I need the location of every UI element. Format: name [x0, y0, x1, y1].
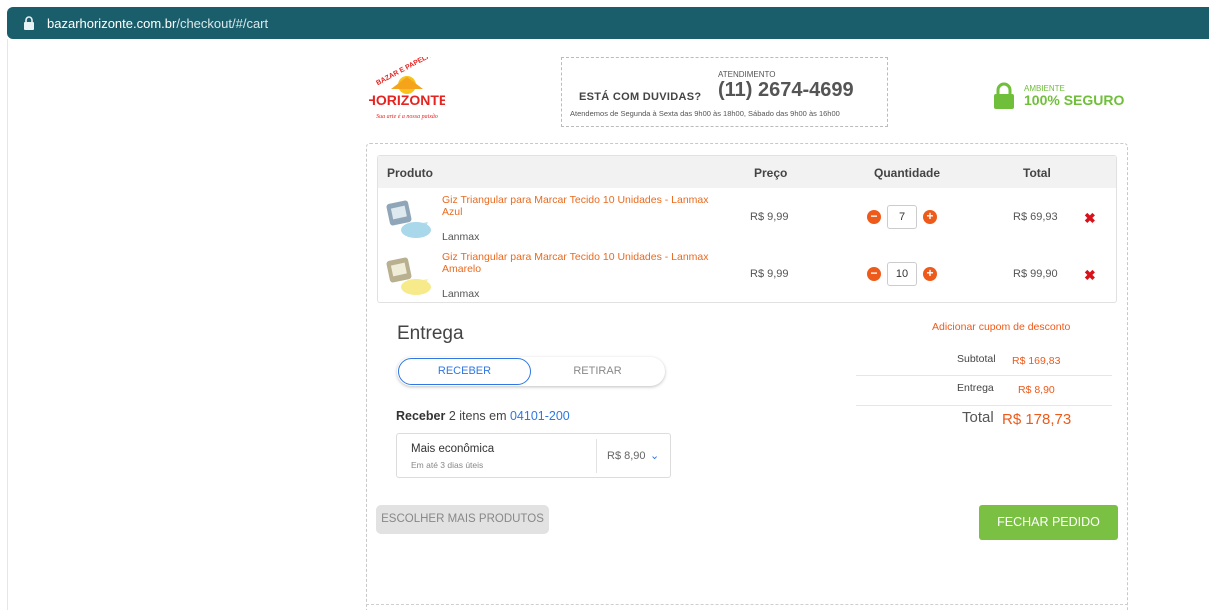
checkout-button[interactable]: FECHAR PEDIDO [979, 505, 1118, 540]
help-box: ESTÁ COM DUVIDAS? ATENDIMENTO (11) 2674-… [561, 57, 888, 127]
product-thumbnail[interactable] [384, 196, 434, 240]
cart-row: Giz Triangular para Marcar Tecido 10 Uni… [378, 247, 1116, 303]
add-coupon-link[interactable]: Adicionar cupom de desconto [932, 321, 1070, 333]
svg-text:Sua arte é a nossa paixão: Sua arte é a nossa paixão [376, 114, 438, 120]
toggle-retirar[interactable]: RETIRAR [531, 358, 664, 385]
quantity-input[interactable]: 10 [887, 262, 917, 286]
column-product: Produto [387, 166, 433, 180]
divider [596, 439, 597, 473]
product-brand: Lanmax [442, 288, 480, 300]
product-total: R$ 69,93 [1013, 211, 1058, 223]
remove-item-icon[interactable]: ✖ [1084, 210, 1096, 227]
subtotal-label: Subtotal [957, 353, 996, 365]
total-label: Total [962, 409, 994, 426]
help-label: ATENDIMENTO [718, 70, 776, 79]
product-brand: Lanmax [442, 231, 480, 243]
shipping-method-price: R$ 8,90 [607, 450, 646, 462]
secure-line2: 100% SEGURO [1024, 92, 1125, 108]
chevron-down-icon[interactable]: ⌄ [650, 449, 659, 462]
column-quantity: Quantidade [874, 166, 941, 180]
cart-table: Produto Preço Quantidade Total Giz Trian… [377, 155, 1117, 303]
quantity-input[interactable]: 7 [887, 205, 917, 229]
delivery-summary: Receber 2 itens em 04101-200 [396, 409, 570, 423]
divider [856, 375, 1112, 376]
shipping-value: R$ 8,90 [1018, 384, 1055, 396]
browser-toolbar: bazarhorizonte.com.br/checkout/#/cart [0, 0, 1209, 47]
product-name[interactable]: Giz Triangular para Marcar Tecido 10 Uni… [442, 194, 717, 218]
shipping-method-select[interactable]: Mais econômica Em até 3 dias úteis R$ 8,… [396, 433, 671, 478]
url-text[interactable]: bazarhorizonte.com.br/checkout/#/cart [47, 16, 268, 31]
toggle-receber[interactable]: RECEBER [398, 358, 531, 385]
store-logo[interactable]: BAZAR E PAPELARIA HORIZONTE Sua arte é a… [369, 57, 445, 123]
subtotal-value: R$ 169,83 [1012, 355, 1061, 367]
column-total: Total [1023, 166, 1051, 180]
svg-text:HORIZONTE: HORIZONTE [369, 92, 445, 108]
padlock-icon [994, 82, 1014, 109]
cart-header: Produto Preço Quantidade Total [378, 156, 1116, 188]
product-thumbnail[interactable] [384, 253, 434, 297]
shipping-label: Entrega [957, 382, 994, 394]
frame-border [7, 39, 8, 610]
divider [856, 405, 1112, 406]
cep-link[interactable]: 04101-200 [510, 409, 570, 423]
address-bar[interactable]: bazarhorizonte.com.br/checkout/#/cart [7, 7, 1209, 39]
increase-quantity-button[interactable]: + [923, 267, 937, 281]
remove-item-icon[interactable]: ✖ [1084, 267, 1096, 284]
secure-badge: AMBIENTE 100% SEGURO [992, 82, 1124, 110]
shipping-method-days: Em até 3 dias úteis [411, 460, 484, 470]
shipping-method-name: Mais econômica [411, 443, 495, 455]
decrease-quantity-button[interactable]: − [867, 210, 881, 224]
help-hours: Atendemos de Segunda à Sexta das 9h00 às… [570, 109, 840, 118]
product-name[interactable]: Giz Triangular para Marcar Tecido 10 Uni… [442, 251, 717, 275]
help-question: ESTÁ COM DUVIDAS? [579, 91, 702, 103]
increase-quantity-button[interactable]: + [923, 210, 937, 224]
help-phone[interactable]: (11) 2674-4699 [718, 79, 854, 102]
panel-divider [366, 604, 1128, 605]
product-price: R$ 9,99 [750, 268, 789, 280]
cart-row: Giz Triangular para Marcar Tecido 10 Uni… [378, 190, 1116, 246]
delivery-toggle: RECEBER RETIRAR [397, 357, 665, 386]
total-value: R$ 178,73 [1002, 411, 1072, 428]
product-total: R$ 99,90 [1013, 268, 1058, 280]
delivery-title: Entrega [397, 323, 464, 344]
product-price: R$ 9,99 [750, 211, 789, 223]
continue-shopping-button[interactable]: ESCOLHER MAIS PRODUTOS [376, 505, 549, 534]
column-price: Preço [754, 166, 788, 180]
decrease-quantity-button[interactable]: − [867, 267, 881, 281]
lock-icon[interactable] [21, 15, 37, 31]
